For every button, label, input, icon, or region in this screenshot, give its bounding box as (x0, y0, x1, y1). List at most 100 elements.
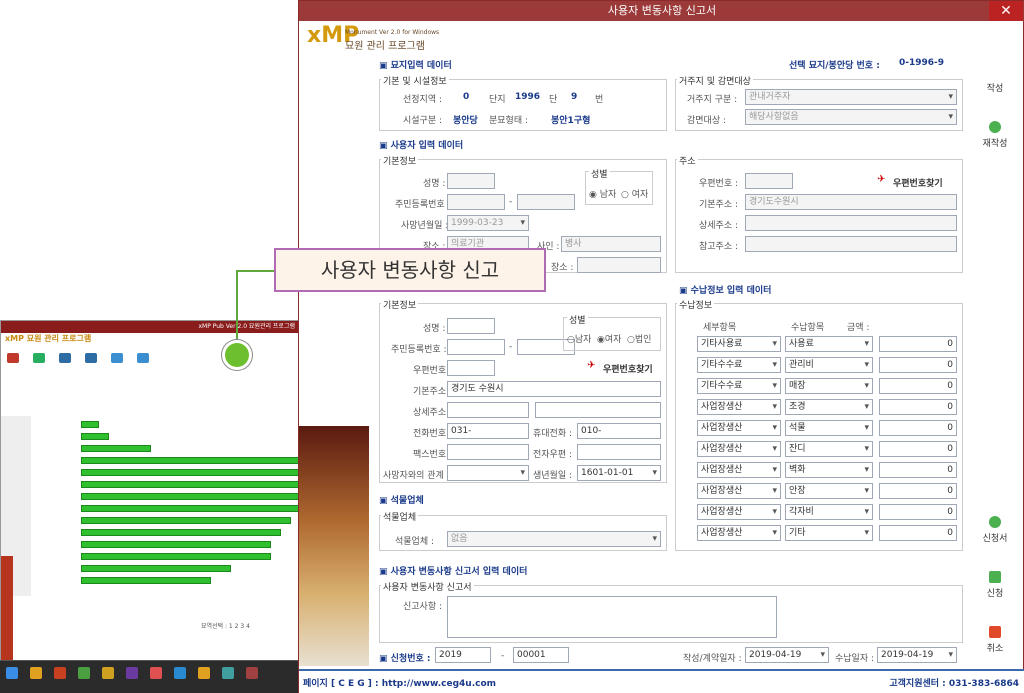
receipt-date-picker[interactable]: 2019-04-19 (877, 647, 957, 663)
mini-tool-icon[interactable] (111, 353, 123, 363)
grave-cell[interactable] (81, 565, 231, 572)
payment-amount-field[interactable]: 0 (879, 399, 957, 415)
grave-cell[interactable] (81, 517, 291, 524)
place-field[interactable] (577, 257, 661, 273)
report-textarea[interactable] (447, 596, 777, 638)
rewrite-button[interactable]: 재작성 (975, 121, 1015, 149)
payment-detail-select[interactable]: 기타사용료 (697, 336, 781, 352)
applicant-addr2-field[interactable] (447, 402, 529, 418)
resident-select[interactable]: 관내거주자 (745, 89, 957, 105)
apply-year-field[interactable]: 2019 (435, 647, 491, 663)
applicant-corp-radio[interactable]: ○법인 (627, 332, 651, 345)
applicant-mobile-field[interactable]: 010- (577, 423, 661, 439)
cause-field[interactable]: 병사 (561, 236, 661, 252)
zip-search-icon[interactable]: ✈ (877, 174, 885, 185)
taskbar-app-icon[interactable] (78, 667, 90, 679)
grave-cell[interactable] (81, 541, 271, 548)
payment-item-select[interactable]: 매장 (785, 378, 873, 394)
cancel-button[interactable]: 취소 (975, 626, 1015, 654)
grave-cell[interactable] (81, 421, 99, 428)
payment-item-select[interactable]: 각자비 (785, 504, 873, 520)
mini-tool-icon[interactable] (33, 353, 45, 363)
applicant-addr3-field[interactable] (535, 402, 661, 418)
apply-number-field[interactable]: 00001 (513, 647, 569, 663)
grave-cell[interactable] (81, 433, 109, 440)
deceased-name-field[interactable] (447, 173, 495, 189)
payment-item-select[interactable]: 잔디 (785, 441, 873, 457)
deceased-addr-field[interactable]: 경기도수원시 (745, 194, 957, 210)
taskbar-app-icon[interactable] (174, 667, 186, 679)
grave-cell[interactable] (81, 577, 211, 584)
deceased-rrn-back[interactable] (517, 194, 575, 210)
close-button[interactable]: ✕ (989, 1, 1023, 21)
payment-amount-field[interactable]: 0 (879, 504, 957, 520)
mini-tool-icon[interactable] (59, 353, 71, 363)
deceased-zip-search[interactable]: 우편번호찾기 (893, 176, 943, 189)
payment-amount-field[interactable]: 0 (879, 441, 957, 457)
payment-amount-field[interactable]: 0 (879, 483, 957, 499)
deceased-addr2-field[interactable] (745, 215, 957, 231)
payment-amount-field[interactable]: 0 (879, 420, 957, 436)
payment-item-select[interactable]: 기타 (785, 525, 873, 541)
stone-select[interactable]: 없음 (447, 531, 661, 547)
payment-item-select[interactable]: 석물 (785, 420, 873, 436)
payment-detail-select[interactable]: 사업장생산 (697, 462, 781, 478)
deceased-male-radio[interactable]: ◉ 남자 (589, 187, 616, 200)
applicant-rrn-front[interactable] (447, 339, 505, 355)
grave-cell[interactable] (81, 553, 271, 560)
grave-cell[interactable] (81, 445, 151, 452)
payment-detail-select[interactable]: 사업장생산 (697, 420, 781, 436)
taskbar-app-icon[interactable] (54, 667, 66, 679)
payment-detail-select[interactable]: 사업장생산 (697, 483, 781, 499)
taskbar-app-icon[interactable] (198, 667, 210, 679)
mini-tool-icon[interactable] (137, 353, 149, 363)
zip-search-icon[interactable]: ✈ (587, 360, 595, 371)
windows-start-icon[interactable] (6, 667, 18, 679)
applicant-tel-field[interactable]: 031- (447, 423, 529, 439)
birth-date-picker[interactable]: 1601-01-01 (577, 465, 661, 481)
payment-amount-field[interactable]: 0 (879, 525, 957, 541)
deceased-rrn-front[interactable] (447, 194, 505, 210)
taskbar-app-icon[interactable] (30, 667, 42, 679)
payment-detail-select[interactable]: 기타수수료 (697, 378, 781, 394)
taskbar-app-icon[interactable] (150, 667, 162, 679)
grave-cell[interactable] (81, 469, 299, 476)
homepage-text[interactable]: 페이지 [ C E G ] : http://www.ceg4u.com (303, 676, 496, 689)
deceased-female-radio[interactable]: ○ 여자 (621, 187, 648, 200)
payment-amount-field[interactable]: 0 (879, 336, 957, 352)
mini-pager[interactable]: 묘역선택 : 1 2 3 4 (201, 621, 250, 630)
form-button[interactable]: 신청서 (975, 516, 1015, 544)
payment-amount-field[interactable]: 0 (879, 378, 957, 394)
mini-tool-icon[interactable] (7, 353, 19, 363)
deceased-ref-field[interactable] (745, 236, 957, 252)
payment-detail-select[interactable]: 기타수수료 (697, 357, 781, 373)
death-date-picker[interactable]: 1999-03-23 (447, 215, 529, 231)
taskbar-app-icon[interactable] (102, 667, 114, 679)
payment-item-select[interactable]: 사용료 (785, 336, 873, 352)
applicant-email-field[interactable] (577, 444, 661, 460)
payment-detail-select[interactable]: 사업장생산 (697, 441, 781, 457)
discount-select[interactable]: 해당사항없음 (745, 109, 957, 125)
payment-amount-field[interactable]: 0 (879, 462, 957, 478)
applicant-name-field[interactable] (447, 318, 495, 334)
deceased-zip-field[interactable] (745, 173, 793, 189)
applicant-male-radio[interactable]: ○남자 (567, 332, 591, 345)
applicant-addr-field[interactable]: 경기도 수원시 (447, 381, 661, 397)
grave-cell[interactable] (81, 529, 281, 536)
taskbar-app-icon[interactable] (126, 667, 138, 679)
grave-cell[interactable] (81, 457, 299, 464)
payment-item-select[interactable]: 관리비 (785, 357, 873, 373)
taskbar-app-icon[interactable] (246, 667, 258, 679)
payment-item-select[interactable]: 조경 (785, 399, 873, 415)
contract-date-picker[interactable]: 2019-04-19 (745, 647, 829, 663)
taskbar-app-icon[interactable] (222, 667, 234, 679)
payment-detail-select[interactable]: 사업장생산 (697, 399, 781, 415)
payment-item-select[interactable]: 벽화 (785, 462, 873, 478)
applicant-female-radio[interactable]: ◉여자 (597, 332, 621, 345)
applicant-zip-field[interactable] (447, 360, 495, 376)
applicant-zip-search[interactable]: 우편번호찾기 (603, 362, 653, 375)
write-button[interactable]: 작성 (975, 81, 1015, 94)
apply-button[interactable]: 신청 (975, 571, 1015, 599)
mini-tool-icon[interactable] (85, 353, 97, 363)
payment-detail-select[interactable]: 사업장생산 (697, 504, 781, 520)
